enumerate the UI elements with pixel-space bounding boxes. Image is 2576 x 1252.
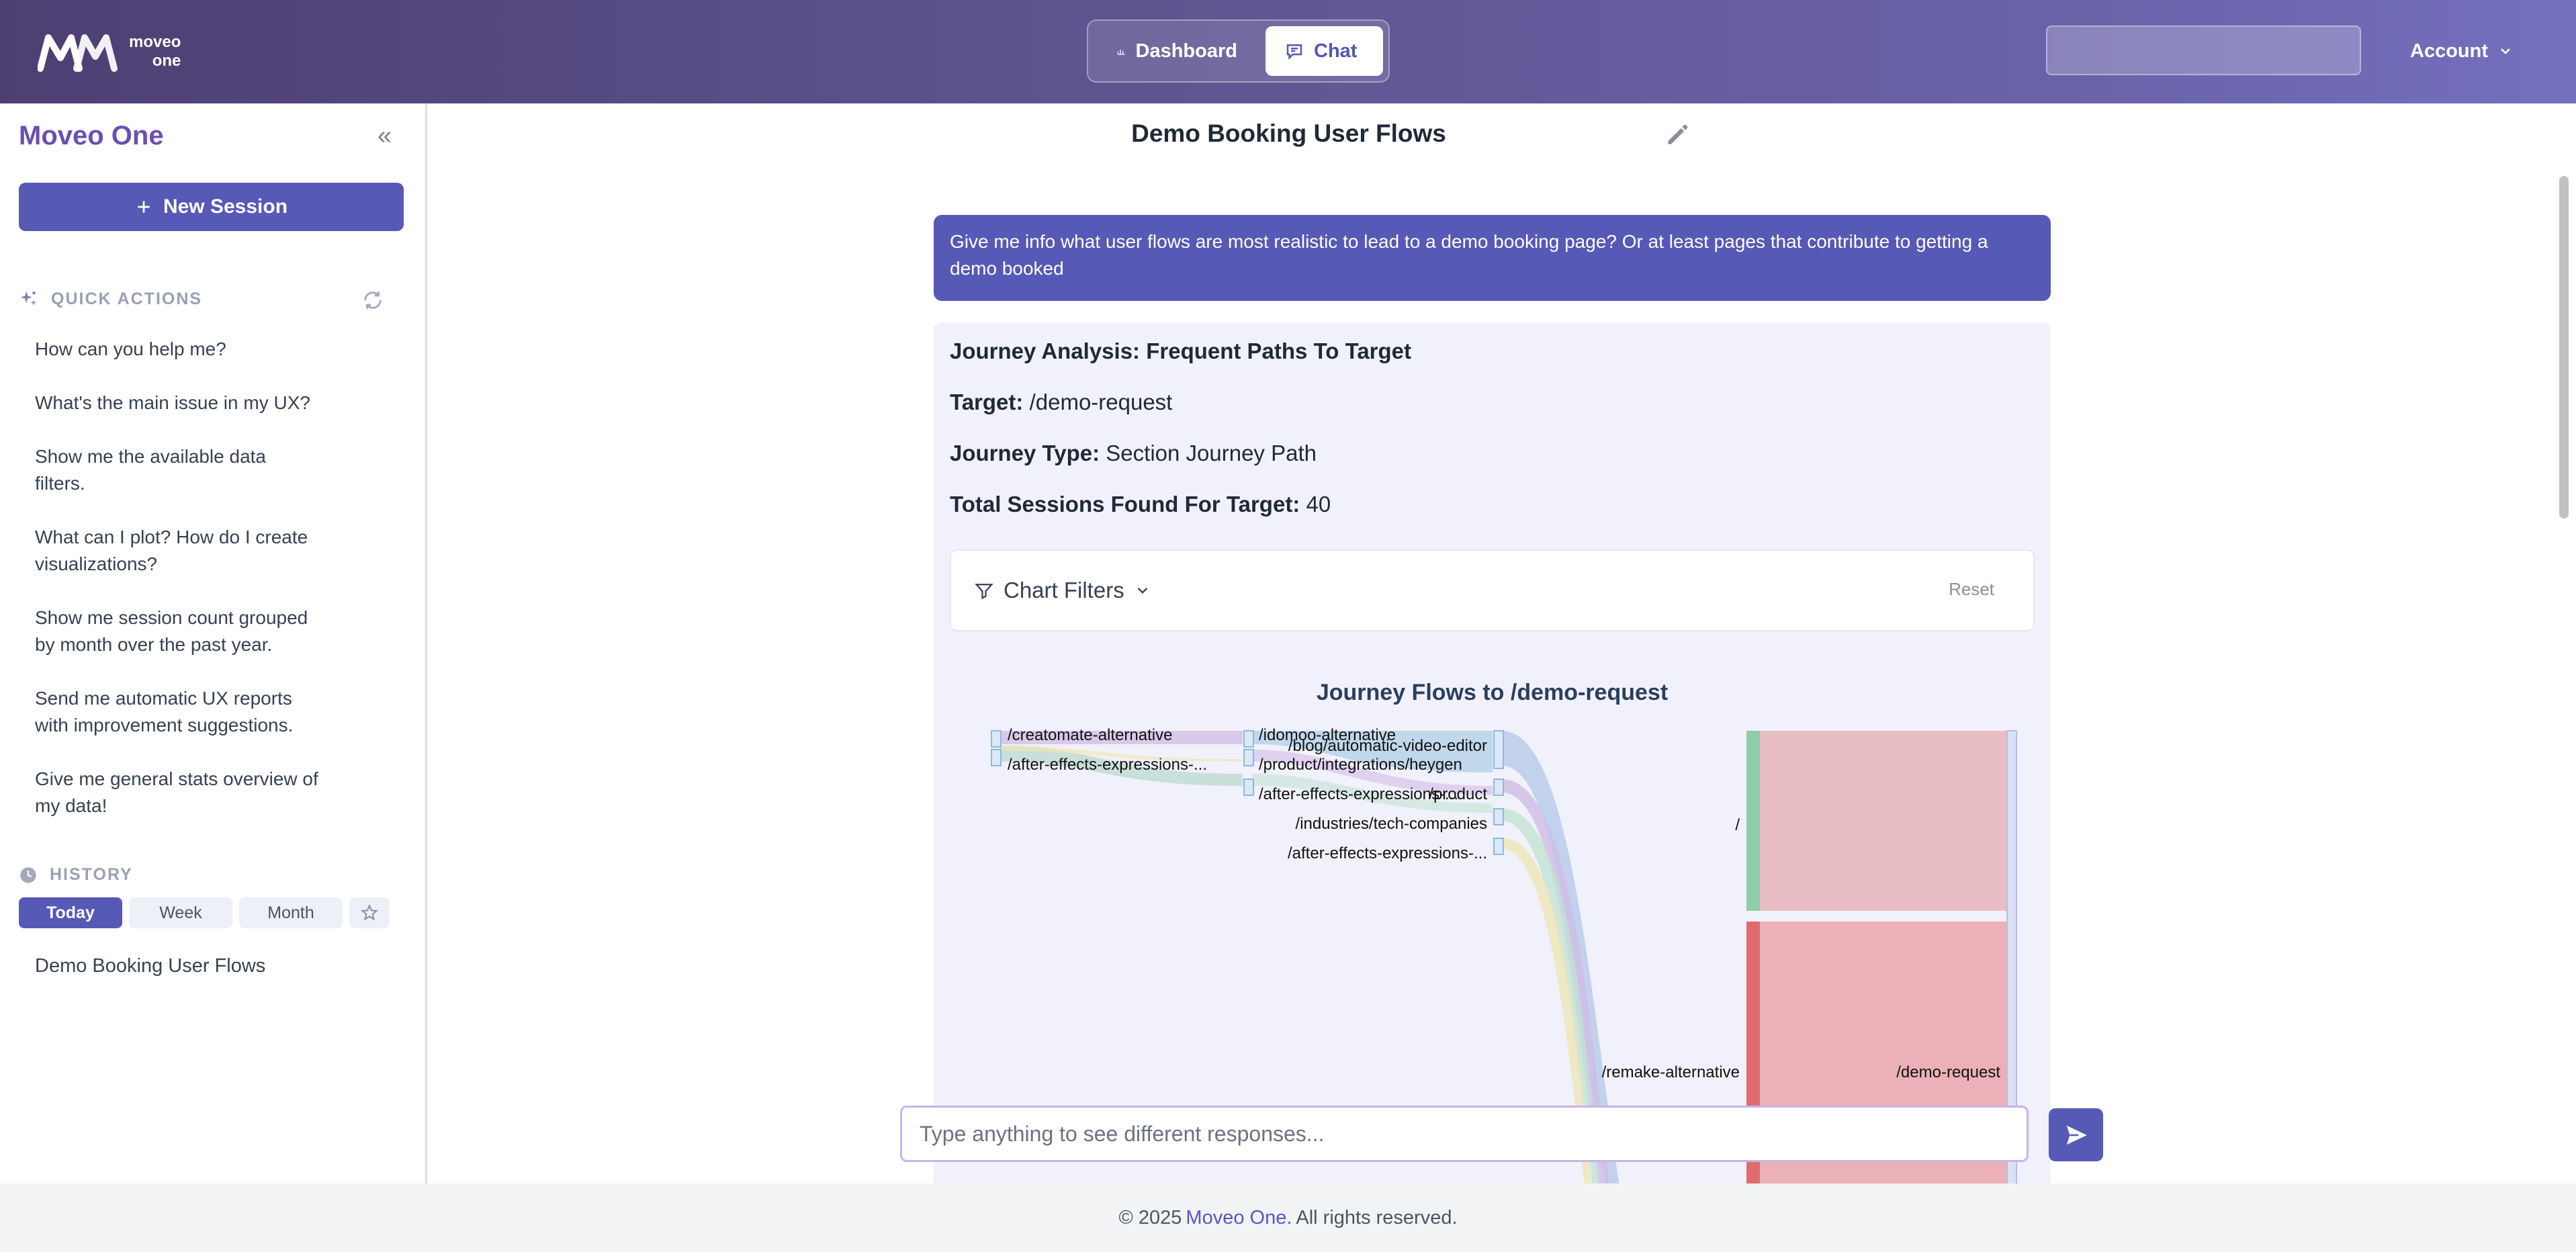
journey-type-label: Journey Type: — [950, 441, 1100, 465]
filter-icon — [975, 584, 993, 600]
sankey-node-label: /product/integrations/heygen — [1259, 756, 1462, 774]
answer-journey-type: Journey Type: Section Journey Path — [950, 441, 1317, 466]
message-input-placeholder: Type anything to see different responses… — [920, 1121, 1325, 1146]
plus-icon — [138, 201, 150, 213]
logo-line-2: one — [152, 52, 181, 70]
history-tab-week[interactable]: Week — [129, 897, 232, 928]
sankey-node-label: /demo-request — [1896, 1063, 2000, 1081]
target-label: Target: — [950, 390, 1024, 414]
new-session-button[interactable]: New Session — [19, 183, 404, 231]
chart-filters-toggle[interactable]: Chart Filters — [974, 578, 1151, 603]
quick-action-item[interactable]: What's the main issue in my UX? — [35, 390, 344, 416]
footer-rights: All rights reserved. — [1296, 1206, 1458, 1228]
send-button[interactable] — [2049, 1108, 2103, 1161]
sidebar: Moveo One « New Session QUICK ACTIONS Ho… — [0, 103, 427, 1183]
quick-action-item[interactable]: Show me session count grouped by month o… — [35, 605, 330, 658]
total-sessions-value: 40 — [1306, 492, 1331, 517]
quick-action-item[interactable]: Send me automatic UX reports with improv… — [35, 685, 330, 739]
tab-dashboard[interactable]: Dashboard — [1098, 26, 1256, 76]
sankey-node-label: /remake-alternative — [1602, 1063, 1740, 1081]
answer-heading: Journey Analysis: Frequent Paths To Targ… — [950, 339, 1411, 364]
chevron-down-icon — [1137, 587, 1148, 594]
sankey-node — [1493, 808, 1504, 825]
chart-filters-panel: Chart Filters Reset — [950, 549, 2035, 631]
new-session-label: New Session — [163, 195, 288, 218]
chart-title: Journey Flows to /demo-request — [1316, 680, 1669, 705]
reset-filters-button[interactable]: Reset — [1949, 579, 1994, 600]
favorites-star-icon[interactable] — [349, 897, 390, 928]
history-header: HISTORY — [19, 865, 133, 885]
logo-text: moveo one — [129, 33, 181, 71]
sankey-node — [1493, 838, 1504, 855]
send-icon — [2066, 1125, 2087, 1145]
quick-action-item[interactable]: How can you help me? — [35, 336, 344, 363]
session-title: Demo Booking User Flows — [1131, 120, 1446, 147]
total-sessions-label: Total Sessions Found For Target: — [950, 492, 1300, 517]
journey-type-value: Section Journey Path — [1106, 441, 1317, 465]
history-item[interactable]: Demo Booking User Flows — [35, 955, 265, 977]
bar-chart-icon — [1117, 49, 1125, 55]
sankey-node — [1493, 778, 1504, 796]
sankey-node-label: /product — [1429, 785, 1487, 803]
sankey-node — [991, 749, 1002, 766]
sankey-node-label: / — [1735, 816, 1740, 834]
sankey-link — [1756, 731, 2007, 911]
sankey-node — [1493, 730, 1504, 769]
refresh-icon[interactable] — [361, 289, 384, 312]
main-scrollbar-thumb[interactable] — [2559, 176, 2569, 519]
account-menu[interactable]: Account — [2410, 38, 2514, 64]
sankey-node-label: /after-effects-expressions-... — [1288, 844, 1487, 862]
quick-action-item[interactable]: Show me the available data filters. — [35, 443, 304, 497]
assistant-response: Journey Analysis: Frequent Paths To Targ… — [934, 322, 2051, 1183]
footer: © 2025 Moveo One. All rights reserved. — [0, 1183, 2576, 1252]
chevron-down-icon — [2501, 48, 2510, 54]
footer-brand-link[interactable]: Moveo One. — [1186, 1207, 1292, 1229]
sankey-node — [1243, 749, 1254, 766]
chat-main: Demo Booking User Flows Give me info wha… — [427, 103, 2576, 1183]
tab-chat-label: Chat — [1314, 40, 1358, 62]
tab-chat[interactable]: Chat — [1265, 26, 1383, 76]
answer-target: Target: /demo-request — [950, 390, 1172, 415]
logo-line-1: moveo — [129, 33, 181, 51]
account-label: Account — [2410, 40, 2488, 62]
quick-actions-title: QUICK ACTIONS — [51, 289, 203, 308]
target-value: /demo-request — [1029, 390, 1173, 414]
chart-filters-label: Chart Filters — [1004, 578, 1124, 602]
history-tab-month[interactable]: Month — [239, 897, 343, 928]
sankey-node-label: /blog/automatic-video-editor — [1288, 737, 1487, 755]
chat-icon — [1286, 44, 1302, 60]
moveo-one-logo[interactable]: moveo one — [38, 30, 181, 74]
sankey-node-label: /creatomate-alternative — [1008, 726, 1172, 744]
history-tab-today[interactable]: Today — [19, 897, 122, 928]
footer-copyright: © 2025 — [1118, 1206, 1182, 1228]
answer-total-sessions: Total Sessions Found For Target: 40 — [950, 492, 1331, 517]
history-filter-tabs: Today Week Month — [19, 897, 390, 928]
top-header: moveo one Dashboard Chat Account — [0, 0, 2576, 103]
header-search-input[interactable] — [2046, 26, 2361, 75]
sankey-node — [1746, 731, 1760, 911]
sankey-node — [991, 730, 1002, 748]
sidebar-title: Moveo One — [19, 121, 164, 150]
pencil-edit-icon[interactable] — [1663, 120, 1693, 149]
sankey-node — [1243, 730, 1254, 748]
collapse-sidebar-icon[interactable]: « — [377, 123, 404, 150]
quick-action-item[interactable]: Give me general stats overview of my dat… — [35, 766, 344, 819]
star-icon — [360, 903, 379, 921]
tab-dashboard-label: Dashboard — [1135, 40, 1237, 62]
logo-mark-icon — [38, 34, 118, 72]
sankey-node-label: /industries/tech-companies — [1296, 815, 1487, 833]
user-message-bubble: Give me info what user flows are most re… — [934, 215, 2051, 301]
answer-heading-text: Journey Analysis: Frequent Paths To Targ… — [950, 339, 1412, 363]
history-title: HISTORY — [50, 865, 133, 884]
sparkles-icon — [20, 291, 37, 306]
quick-actions-header: QUICK ACTIONS — [19, 289, 202, 309]
message-input[interactable]: Type anything to see different responses… — [900, 1106, 2029, 1162]
view-switcher: Dashboard Chat — [1087, 19, 1390, 83]
sankey-node-label: /after-effects-expressions-... — [1008, 756, 1207, 774]
clock-icon — [20, 866, 36, 883]
quick-action-item[interactable]: What can I plot? How do I create visuali… — [35, 524, 337, 578]
sankey-node — [1243, 778, 1254, 796]
